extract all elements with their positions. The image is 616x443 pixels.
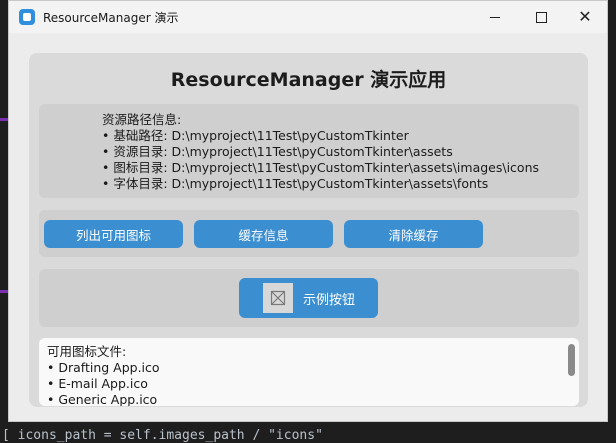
list-icons-button[interactable]: 列出可用图标 <box>44 220 183 248</box>
path-info-text: 资源路径信息: • 基础路径: D:\myproject\11Test\pyCu… <box>102 112 539 192</box>
maximize-icon <box>535 11 547 23</box>
path-info-line: • 图标目录: D:\myproject\11Test\pyCustomTkin… <box>102 160 539 175</box>
path-info-line: • 基础路径: D:\myproject\11Test\pyCustomTkin… <box>102 128 409 143</box>
title-bar[interactable]: ResourceManager 演示 ✕ <box>9 1 607 33</box>
app-window: ResourceManager 演示 ✕ ResourceManager 演示应… <box>8 0 608 422</box>
list-item: • E-mail App.ico <box>47 376 148 391</box>
icon-list-header: 可用图标文件: <box>47 344 127 359</box>
app-icon <box>19 9 35 25</box>
clear-cache-button[interactable]: 清除缓存 <box>344 220 483 248</box>
sample-button[interactable]: 示例按钮 <box>239 278 378 318</box>
icon-list-text: 可用图标文件: • Drafting App.ico • E-mail App.… <box>47 344 160 406</box>
action-button-panel: 列出可用图标 缓存信息 清除缓存 <box>39 210 579 257</box>
editor-marker <box>0 290 8 293</box>
sample-button-label: 示例按钮 <box>303 293 356 308</box>
minimize-button[interactable] <box>472 1 518 33</box>
path-info-panel: 资源路径信息: • 基础路径: D:\myproject\11Test\pyCu… <box>39 104 579 198</box>
list-item: • Generic App.ico <box>47 392 158 406</box>
background-code-line: [ icons_path = self.images_path / "icons… <box>2 428 323 443</box>
path-info-line: • 字体目录: D:\myproject\11Test\pyCustomTkin… <box>102 176 489 191</box>
maximize-button[interactable] <box>518 1 564 33</box>
close-icon: ✕ <box>578 7 592 26</box>
main-frame: ResourceManager 演示应用 资源路径信息: • 基础路径: D:\… <box>29 53 588 407</box>
minimize-icon <box>490 16 500 18</box>
scrollbar-thumb[interactable] <box>568 344 575 376</box>
page-title: ResourceManager 演示应用 <box>170 69 447 91</box>
editor-marker <box>0 118 8 121</box>
sample-button-panel: 示例按钮 <box>39 269 579 327</box>
icon-list-textbox[interactable]: 可用图标文件: • Drafting App.ico • E-mail App.… <box>39 338 579 406</box>
missing-image-icon <box>263 283 293 313</box>
path-info-line: • 资源目录: D:\myproject\11Test\pyCustomTkin… <box>102 144 453 159</box>
window-title: ResourceManager 演示 <box>43 11 179 25</box>
close-button[interactable]: ✕ <box>562 1 608 33</box>
cache-info-button[interactable]: 缓存信息 <box>194 220 333 248</box>
list-item: • Drafting App.ico <box>47 360 160 375</box>
path-info-header: 资源路径信息: <box>102 112 182 127</box>
